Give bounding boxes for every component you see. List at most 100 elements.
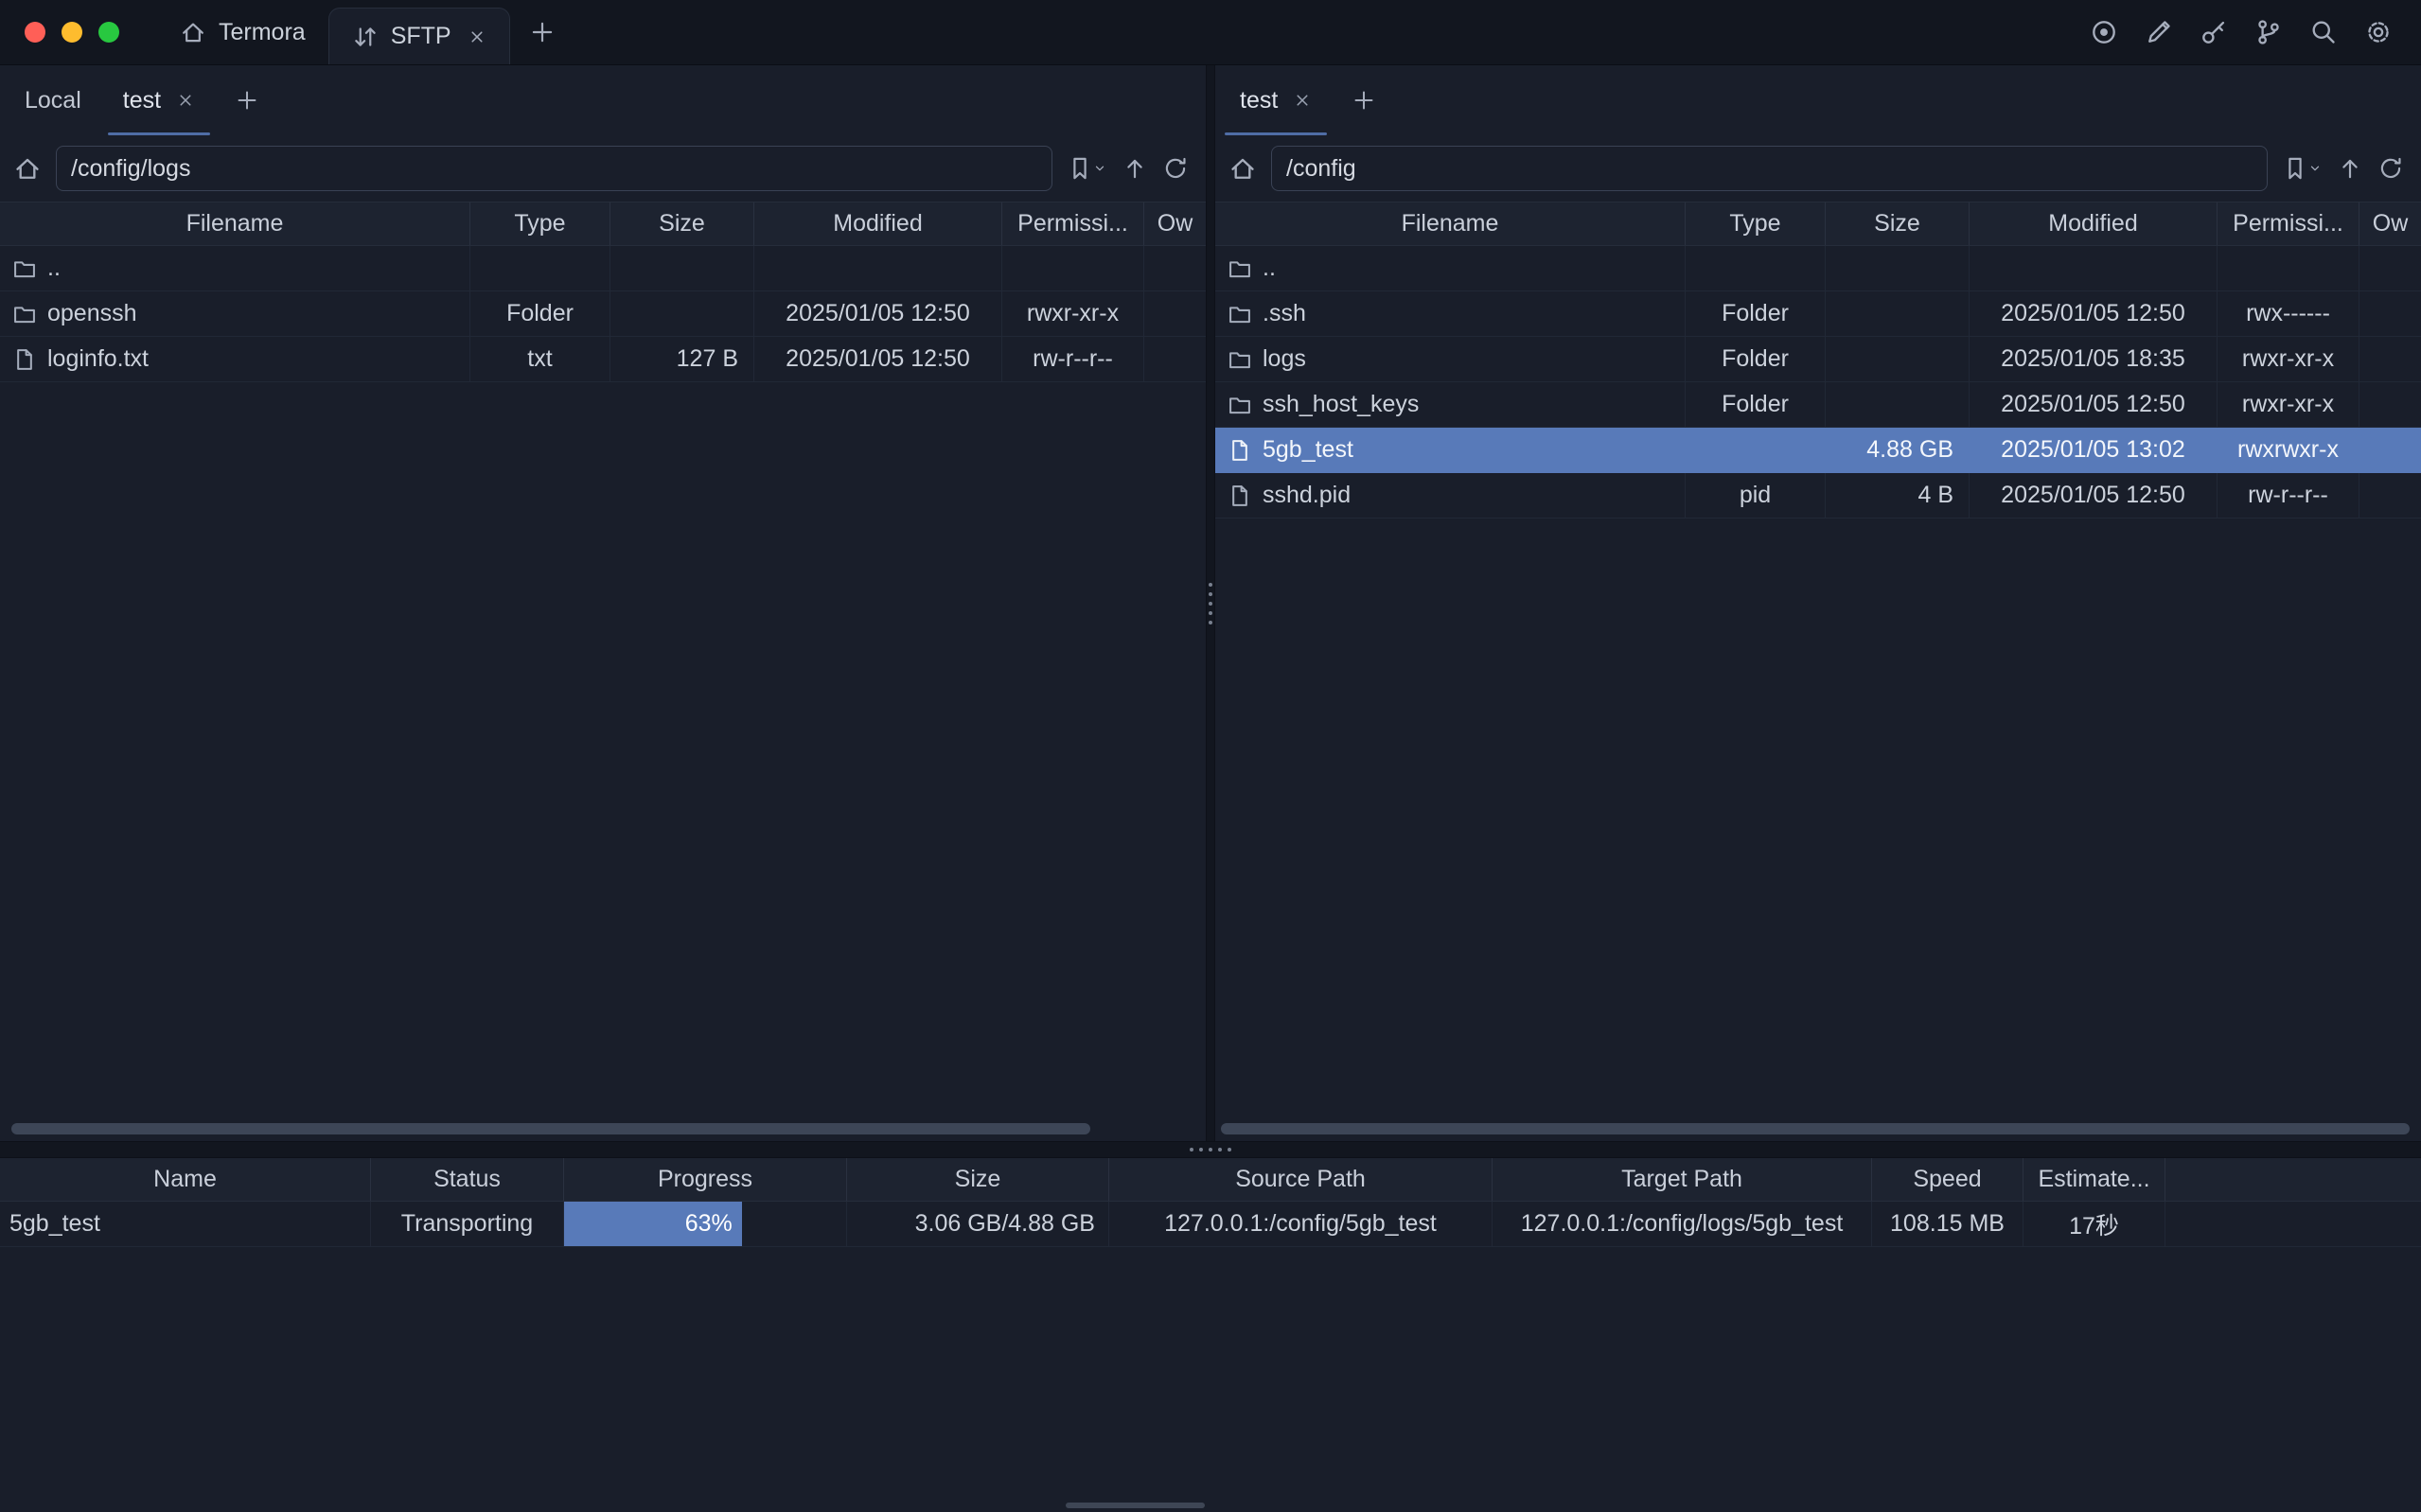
column-header-owner[interactable]: Ow — [2359, 202, 2421, 245]
column-header-permissions[interactable]: Permissi... — [1002, 202, 1144, 245]
column-header-filename[interactable]: Filename — [0, 202, 470, 245]
transfer-name: 5gb_test — [0, 1202, 371, 1247]
path-input[interactable] — [1271, 146, 2268, 191]
titlebar: Termora SFTP — [0, 0, 2421, 65]
parent-directory-button[interactable] — [1122, 155, 1148, 182]
right-file-panel: test — [1215, 65, 2421, 1141]
column-header-size[interactable]: Size — [847, 1158, 1109, 1201]
edit-button[interactable] — [2145, 18, 2173, 46]
transfer-status: Transporting — [371, 1202, 564, 1247]
home-icon — [180, 19, 206, 45]
horizontal-scrollbar[interactable] — [1215, 1122, 2421, 1135]
transfer-source-path: 127.0.0.1:/config/5gb_test — [1109, 1202, 1493, 1247]
column-header-size[interactable]: Size — [610, 202, 754, 245]
scrollbar-thumb[interactable] — [1221, 1123, 2410, 1134]
file-row-5gb-test[interactable]: 5gb_test 4.88 GB 2025/01/05 13:02 rwxrwx… — [1215, 428, 2421, 473]
transfers-scrollbar-thumb[interactable] — [1066, 1503, 1205, 1508]
parent-directory-button[interactable] — [2337, 155, 2363, 182]
close-tab-icon[interactable] — [1293, 91, 1312, 110]
file-table-header: Filename Type Size Modified Permissi... … — [1215, 202, 2421, 246]
file-icon — [1228, 483, 1252, 508]
file-row-logs[interactable]: logs Folder 2025/01/05 18:35 rwxr-xr-x — [1215, 337, 2421, 382]
transfer-speed: 108.15 MB — [1872, 1202, 2023, 1247]
column-header-modified[interactable]: Modified — [1970, 202, 2218, 245]
home-icon[interactable] — [13, 154, 42, 183]
column-header-size[interactable]: Size — [1826, 202, 1970, 245]
termora-window: Termora SFTP Local — [0, 0, 2421, 1512]
transfers-splitter[interactable] — [0, 1141, 2421, 1158]
key-icon — [2200, 18, 2228, 46]
column-header-owner[interactable]: Ow — [1144, 202, 1206, 245]
column-header-type[interactable]: Type — [470, 202, 610, 245]
tab-test-label: test — [123, 87, 161, 114]
tab-termora-label: Termora — [219, 19, 306, 46]
tab-test-right[interactable]: test — [1219, 65, 1333, 135]
column-header-filename[interactable]: Filename — [1215, 202, 1686, 245]
zoom-window-button[interactable] — [98, 22, 119, 43]
file-row-loginfo[interactable]: loginfo.txt txt 127 B 2025/01/05 12:50 r… — [0, 337, 1206, 382]
bookmark-icon — [1067, 155, 1093, 182]
settings-gear-icon — [2364, 18, 2393, 46]
column-header-type[interactable]: Type — [1686, 202, 1826, 245]
transfer-arrows-icon — [352, 24, 379, 50]
file-icon — [1228, 438, 1252, 463]
horizontal-scrollbar[interactable] — [0, 1122, 1206, 1135]
folder-icon — [12, 256, 37, 281]
close-tab-icon[interactable] — [176, 91, 195, 110]
transfers-table-header: Name Status Progress Size Source Path Ta… — [0, 1158, 2421, 1202]
transfer-target-path: 127.0.0.1:/config/logs/5gb_test — [1493, 1202, 1872, 1247]
folder-icon — [1228, 347, 1252, 372]
transfer-row-5gb-test[interactable]: 5gb_test Transporting 63% 3.06 GB/4.88 G… — [0, 1202, 2421, 1247]
left-file-panel: Local test — [0, 65, 1206, 1141]
add-tab-button[interactable] — [216, 65, 278, 135]
refresh-icon — [2377, 155, 2404, 182]
splitter-grip-icon — [1209, 583, 1212, 624]
column-header-status[interactable]: Status — [371, 1158, 564, 1201]
file-row-ssh-host-keys[interactable]: ssh_host_keys Folder 2025/01/05 12:50 rw… — [1215, 382, 2421, 428]
arrow-up-icon — [2337, 155, 2363, 182]
new-tab-button[interactable] — [510, 0, 574, 64]
bookmark-button[interactable] — [1067, 155, 1107, 182]
add-tab-button[interactable] — [1333, 65, 1395, 135]
folder-icon — [12, 302, 37, 326]
path-input[interactable] — [56, 146, 1052, 191]
sftp-workspace: Local test — [0, 65, 2421, 1141]
search-button[interactable] — [2309, 18, 2338, 46]
column-header-source-path[interactable]: Source Path — [1109, 1158, 1493, 1201]
close-window-button[interactable] — [25, 22, 45, 43]
column-header-modified[interactable]: Modified — [754, 202, 1002, 245]
column-header-permissions[interactable]: Permissi... — [2218, 202, 2359, 245]
settings-button[interactable] — [2364, 18, 2393, 46]
column-header-estimate[interactable]: Estimate... — [2023, 1158, 2165, 1201]
transfer-estimate: 17秒 — [2023, 1202, 2165, 1247]
column-header-speed[interactable]: Speed — [1872, 1158, 2023, 1201]
left-panel-tabs: Local test — [0, 65, 1206, 135]
search-icon — [2309, 18, 2338, 46]
home-icon[interactable] — [1228, 154, 1257, 183]
branch-button[interactable] — [2254, 18, 2283, 46]
file-row-ssh[interactable]: .ssh Folder 2025/01/05 12:50 rwx------ — [1215, 291, 2421, 337]
panel-splitter[interactable] — [1206, 65, 1215, 1141]
bookmark-icon — [2282, 155, 2308, 182]
refresh-button[interactable] — [1162, 155, 1189, 182]
file-row-updir[interactable]: .. — [1215, 246, 2421, 291]
scrollbar-thumb[interactable] — [11, 1123, 1090, 1134]
tab-test-left[interactable]: test — [102, 65, 216, 135]
window-controls — [25, 22, 119, 43]
key-manager-button[interactable] — [2200, 18, 2228, 46]
minimize-window-button[interactable] — [62, 22, 82, 43]
bookmark-button[interactable] — [2282, 155, 2323, 182]
tab-local[interactable]: Local — [4, 65, 102, 135]
progress-cell: 63% — [564, 1202, 847, 1247]
tab-sftp[interactable]: SFTP — [328, 8, 510, 64]
file-row-openssh[interactable]: openssh Folder 2025/01/05 12:50 rwxr-xr-… — [0, 291, 1206, 337]
tab-termora[interactable]: Termora — [157, 0, 328, 64]
file-row-updir[interactable]: .. — [0, 246, 1206, 291]
refresh-button[interactable] — [2377, 155, 2404, 182]
column-header-progress[interactable]: Progress — [564, 1158, 847, 1201]
column-header-target-path[interactable]: Target Path — [1493, 1158, 1872, 1201]
record-button[interactable] — [2090, 18, 2118, 46]
close-tab-icon[interactable] — [468, 27, 486, 46]
column-header-name[interactable]: Name — [0, 1158, 371, 1201]
file-row-sshd-pid[interactable]: sshd.pid pid 4 B 2025/01/05 12:50 rw-r--… — [1215, 473, 2421, 519]
